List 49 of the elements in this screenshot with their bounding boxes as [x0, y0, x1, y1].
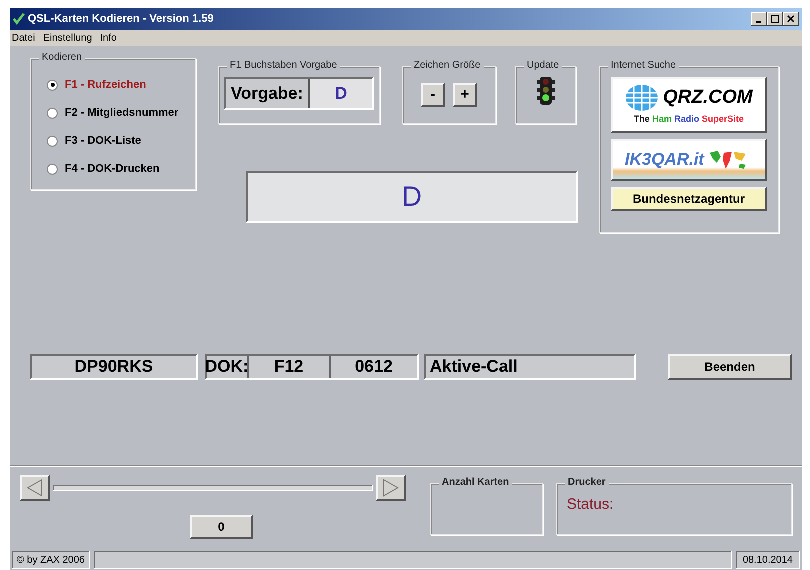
radio-button[interactable]: [47, 136, 58, 146]
dok-label: DOK:: [207, 356, 249, 378]
window-title: QSL-Karten Kodieren - Version 1.59: [28, 12, 215, 27]
maximize-button[interactable]: [767, 12, 783, 26]
radio-button[interactable]: [47, 80, 58, 90]
number-value: 0612: [354, 356, 394, 378]
size-button[interactable]: +: [453, 83, 477, 107]
menu-item[interactable]: Datei: [12, 30, 36, 46]
menu-item[interactable]: Info: [100, 30, 117, 46]
mode-field: Aktive-Call: [424, 354, 636, 380]
slider-right-button[interactable]: [376, 475, 406, 501]
option-label[interactable]: F1 - Rufzeichen: [65, 76, 146, 94]
ik3qar-link[interactable]: IK3QAR.it: [611, 139, 767, 181]
group-title: Update: [524, 60, 562, 72]
radio-button[interactable]: [47, 108, 58, 118]
option-label[interactable]: F2 - Mitgliedsnummer: [65, 104, 179, 122]
close-icon: [787, 15, 795, 23]
option-label[interactable]: F3 - DOK-Liste: [65, 132, 142, 150]
vorgabe-value[interactable]: D: [310, 79, 372, 108]
dok-value: F12: [249, 356, 331, 378]
qrz-link[interactable]: QRZ.COM The Ham Radio SuperSite: [611, 77, 767, 133]
slider-track[interactable]: [53, 485, 373, 491]
option-label[interactable]: F4 - DOK-Drucken: [65, 160, 160, 178]
size-button[interactable]: -: [421, 83, 445, 107]
globe-icon: [625, 84, 660, 112]
slider-value: 0: [190, 515, 253, 539]
qrz-logo-text: QRZ.COM: [663, 86, 753, 110]
right-arrow-icon: [383, 479, 399, 497]
ik3qar-logo-text: IK3QAR.it: [625, 149, 704, 172]
minimize-icon: [756, 21, 761, 23]
maximize-icon: [771, 15, 779, 23]
group-title: F1 Buchstaben Vorgabe: [227, 60, 340, 72]
status-label: Status:: [567, 496, 614, 513]
minimize-button[interactable]: [751, 12, 767, 26]
quit-button[interactable]: Beenden: [668, 354, 792, 380]
traffic-light-icon[interactable]: [536, 77, 554, 105]
left-arrow-icon: [27, 479, 43, 497]
radio-button[interactable]: [47, 164, 58, 174]
status-date: 08.10.2014: [736, 551, 800, 569]
world-map-icon: [708, 149, 748, 171]
slider-left-button[interactable]: [20, 475, 50, 501]
status-text: © by ZAX 2006: [12, 551, 90, 569]
check-icon: [13, 13, 25, 25]
bundesnetzagentur-button[interactable]: Bundesnetzagentur: [611, 187, 767, 211]
display-panel: D: [246, 171, 578, 223]
close-button[interactable]: [783, 12, 799, 26]
call-sign-field: DP90RKS: [30, 354, 198, 380]
menu-item[interactable]: Einstellung: [43, 30, 92, 46]
qrz-tagline: The Ham Radio SuperSite: [634, 112, 744, 126]
